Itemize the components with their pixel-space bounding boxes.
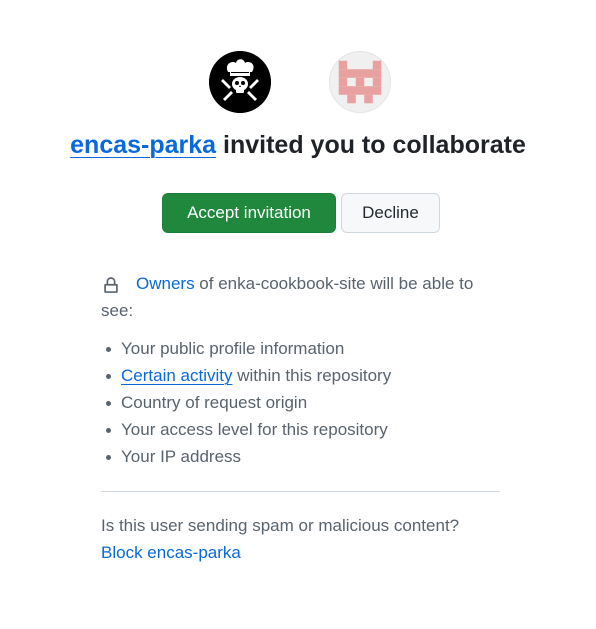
list-item-access-level: Your access level for this repository: [121, 420, 388, 439]
user-identicon-avatar[interactable]: [329, 51, 391, 113]
list-item: Your IP address: [104, 443, 504, 470]
invitation-headline: encas-parka invited you to collaborate: [0, 128, 596, 162]
list-item: Certain activity within this repository: [104, 362, 504, 389]
invitation-actions: Accept invitation Decline: [0, 193, 596, 233]
divider: [101, 491, 500, 492]
spam-question: Is this user sending spam or malicious c…: [101, 516, 460, 535]
list-item-country: Country of request origin: [121, 393, 308, 412]
chef-skull-logo: [209, 51, 271, 113]
invitation-headline-text: invited you to collaborate: [216, 131, 526, 159]
certain-activity-link[interactable]: Certain activity: [121, 366, 232, 385]
owners-link[interactable]: Owners: [136, 274, 195, 293]
visibility-notice: Owners of enka-cookbook-site will be abl…: [101, 270, 501, 324]
block-user-link[interactable]: Block encas-parka: [101, 539, 521, 566]
identicon-pattern: [330, 52, 390, 112]
lock-icon: [104, 277, 118, 293]
inviter-username-link[interactable]: encas-parka: [70, 131, 216, 159]
list-item: Your public profile information: [104, 335, 504, 362]
accept-invitation-button[interactable]: Accept invitation: [162, 193, 336, 233]
list-item-ip-address: Your IP address: [121, 447, 242, 466]
list-item: Your access level for this repository: [104, 416, 504, 443]
spam-report-section: Is this user sending spam or malicious c…: [101, 512, 521, 566]
avatars-row: [0, 51, 596, 115]
list-item-activity-text: within this repository: [232, 366, 392, 385]
shared-information-list: Your public profile information Certain …: [104, 335, 504, 470]
decline-button[interactable]: Decline: [341, 193, 440, 233]
list-item: Country of request origin: [104, 389, 504, 416]
visibility-notice-text: Owners of enka-cookbook-site will be abl…: [101, 270, 501, 324]
list-item-profile: Your public profile information: [121, 339, 345, 358]
inviter-avatar[interactable]: [209, 51, 271, 113]
